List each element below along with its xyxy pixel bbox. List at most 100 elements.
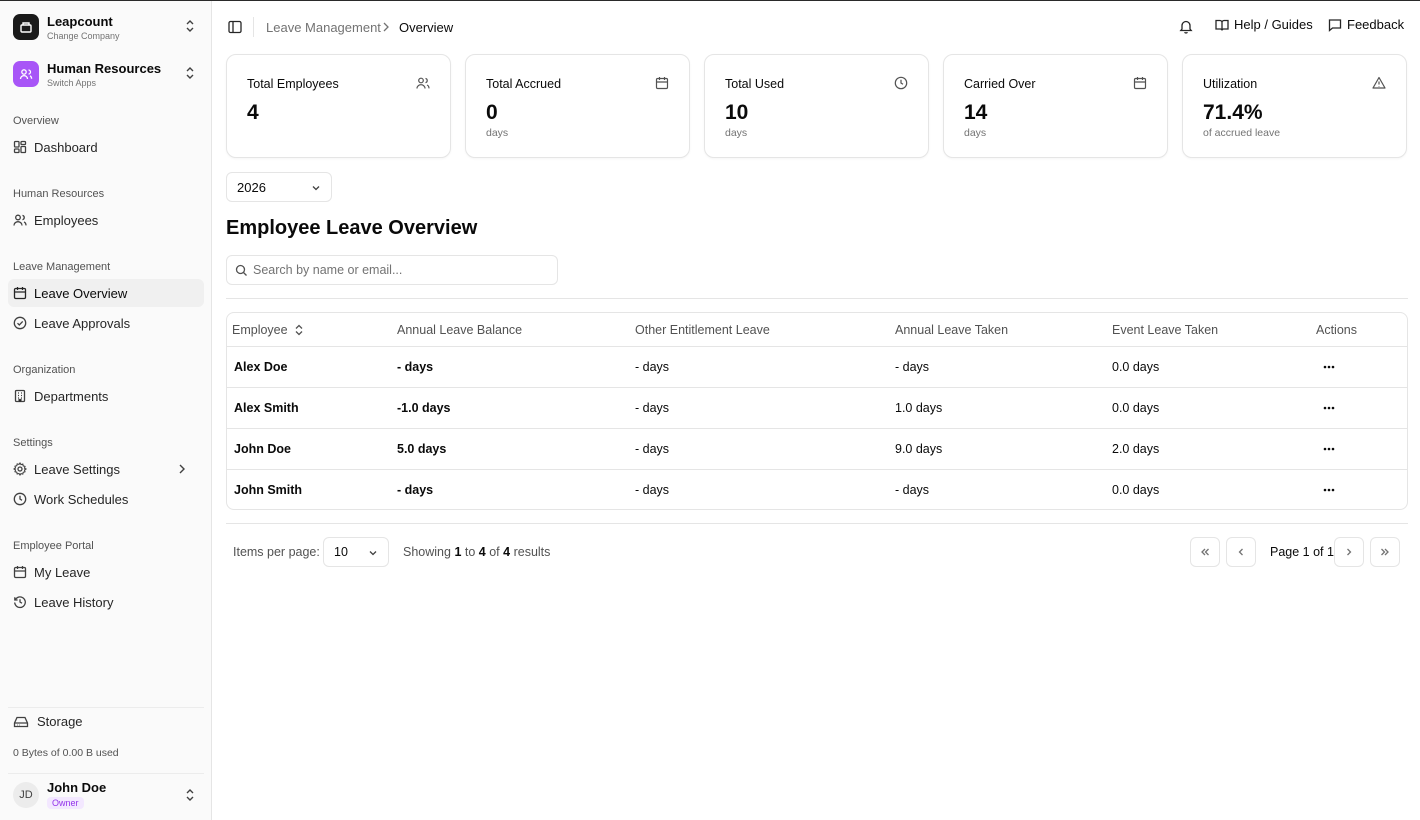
- switch-apps-label: Switch Apps: [47, 77, 97, 88]
- sidebar-item-label: Work Schedules: [34, 491, 129, 507]
- items-per-page-value: 10: [334, 545, 348, 559]
- sidebar-item-label: My Leave: [34, 564, 91, 580]
- chevron-right-icon: [383, 22, 389, 32]
- more-horizontal-icon: [1323, 447, 1335, 451]
- calendar-icon: [13, 566, 27, 579]
- nav-section-human-resources: Human Resources: [13, 188, 105, 200]
- company-name: Leapcount: [47, 13, 113, 29]
- stat-value: 71.4%: [1203, 101, 1263, 124]
- table-row[interactable]: Alex Doe - days - days - days 0.0 days: [227, 347, 1407, 388]
- first-page-button[interactable]: [1190, 537, 1220, 567]
- stat-title: Total Accrued: [486, 77, 562, 91]
- nav-section-organization: Organization: [13, 364, 76, 376]
- feedback-label: Feedback: [1347, 17, 1405, 32]
- calendar-icon: [13, 287, 27, 300]
- annual-leave-taken: 1.0 days: [895, 401, 943, 415]
- history-icon: [14, 596, 26, 609]
- calendar-icon: [1133, 77, 1147, 90]
- result-to: 4: [478, 545, 486, 559]
- warning-icon: [1372, 76, 1386, 89]
- search-icon: [235, 264, 247, 276]
- sidebar-toggle-icon[interactable]: [228, 20, 242, 34]
- sidebar-item-leave-settings[interactable]: Leave Settings: [8, 455, 204, 483]
- chevrons-right-icon: [1381, 548, 1389, 556]
- nav-section-leave-management: Leave Management: [13, 261, 111, 273]
- sidebar-item-label: Leave Overview: [34, 285, 128, 301]
- sidebar-item-leave-history[interactable]: Leave History: [8, 588, 204, 616]
- annual-leave-balance: - days: [397, 483, 434, 497]
- nav-section-settings: Settings: [13, 437, 53, 449]
- divider: [226, 523, 1408, 524]
- page-title: Employee Leave Overview: [226, 217, 478, 239]
- user-name: John Doe: [47, 780, 107, 795]
- row-actions-button[interactable]: [1317, 441, 1341, 457]
- table-row[interactable]: John Smith - days - days - days 0.0 days: [227, 470, 1407, 509]
- breadcrumb-overview: Overview: [399, 20, 454, 35]
- chevrons-up-down-icon: [186, 20, 194, 32]
- feedback-button[interactable]: Feedback: [1328, 17, 1404, 32]
- event-leave-taken: 0.0 days: [1112, 483, 1160, 497]
- book-open-icon: [1215, 19, 1229, 31]
- sidebar-item-work-schedules[interactable]: Work Schedules: [8, 485, 204, 513]
- stat-title: Carried Over: [964, 77, 1036, 91]
- sidebar-item-label: Employees: [34, 212, 99, 228]
- table-row[interactable]: John Doe 5.0 days - days 9.0 days 2.0 da…: [227, 429, 1407, 470]
- sidebar-item-employees[interactable]: Employees: [8, 206, 204, 234]
- other-entitlement-leave: - days: [635, 442, 670, 456]
- bell-icon[interactable]: [1179, 19, 1193, 34]
- table-row[interactable]: Alex Smith -1.0 days - days 1.0 days 0.0…: [227, 388, 1407, 429]
- stat-subtext: days: [486, 127, 509, 139]
- hard-drive-icon: [13, 716, 29, 727]
- search-input[interactable]: [253, 256, 553, 284]
- annual-leave-taken: 9.0 days: [895, 442, 943, 456]
- last-page-button[interactable]: [1370, 537, 1400, 567]
- sort-icon: [295, 324, 303, 336]
- sidebar-item-leave-approvals[interactable]: Leave Approvals: [8, 309, 204, 337]
- nav-section-employee-portal: Employee Portal: [13, 540, 94, 552]
- help-guides-button[interactable]: Help / Guides: [1215, 17, 1313, 32]
- employee-leave-table: Employee Annual Leave Balance Other Enti…: [226, 312, 1408, 510]
- header-divider: [253, 17, 254, 37]
- event-leave-taken: 0.0 days: [1112, 360, 1160, 374]
- storage-label: Storage: [37, 714, 83, 729]
- row-actions-button[interactable]: [1317, 400, 1341, 416]
- row-actions-button[interactable]: [1317, 482, 1341, 498]
- more-horizontal-icon: [1323, 365, 1335, 369]
- stat-title: Total Employees: [247, 77, 339, 91]
- user-menu[interactable]: JD John Doe Owner: [8, 773, 204, 815]
- chevrons-left-icon: [1201, 548, 1209, 556]
- annual-leave-balance: - days: [397, 360, 434, 374]
- column-employee-sort[interactable]: Employee: [232, 323, 304, 337]
- column-header: Actions: [1316, 323, 1357, 337]
- company-switcher[interactable]: Leapcount Change Company: [8, 7, 204, 47]
- employee-name: Alex Smith: [234, 401, 299, 415]
- app-switcher[interactable]: Human Resources Switch Apps: [8, 54, 204, 94]
- breadcrumb-leave-management[interactable]: Leave Management: [266, 20, 381, 35]
- sidebar-item-departments[interactable]: Departments: [8, 382, 204, 410]
- sidebar-item-dashboard[interactable]: Dashboard: [8, 133, 204, 161]
- storage-item[interactable]: Storage: [8, 707, 204, 735]
- results-summary: Showing 1 to 4 of 4 results: [403, 545, 550, 559]
- stat-card-total-used: Total Used 10 days: [704, 54, 929, 158]
- annual-leave-taken: - days: [895, 483, 930, 497]
- chevron-left-icon: [1238, 548, 1243, 556]
- result-from: 1: [454, 545, 462, 559]
- sidebar-item-leave-overview[interactable]: Leave Overview: [8, 279, 204, 307]
- stat-card-total-employees: Total Employees 4: [226, 54, 451, 158]
- previous-page-button[interactable]: [1226, 537, 1256, 567]
- sidebar-item-my-leave[interactable]: My Leave: [8, 558, 204, 586]
- stat-title: Total Used: [725, 77, 785, 91]
- chevron-right-icon: [179, 464, 185, 474]
- storage-used-text: 0 Bytes of 0.00 B used: [13, 747, 119, 759]
- chevron-right-icon: [1347, 548, 1352, 556]
- to-word: to: [464, 545, 476, 559]
- year-select[interactable]: 2026: [226, 172, 332, 202]
- column-header: Annual Leave Taken: [895, 323, 1009, 337]
- chevrons-up-down-icon: [186, 67, 194, 79]
- items-per-page-select[interactable]: 10: [323, 537, 389, 567]
- next-page-button[interactable]: [1334, 537, 1364, 567]
- employee-name: Alex Doe: [234, 360, 288, 374]
- annual-leave-balance: -1.0 days: [397, 401, 451, 415]
- column-header: Event Leave Taken: [1112, 323, 1219, 337]
- row-actions-button[interactable]: [1317, 359, 1341, 375]
